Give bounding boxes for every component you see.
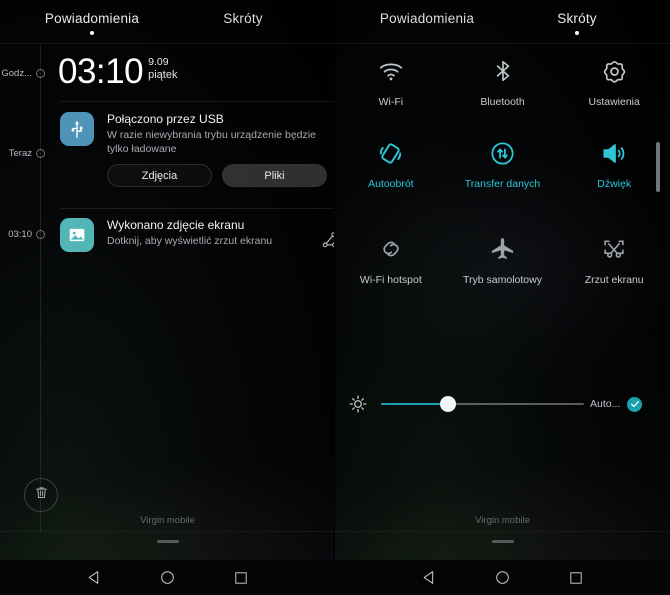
panel-bottom-divider xyxy=(0,531,335,532)
quick-settings-row: Autoobrót Transfer danych Dźwięk xyxy=(335,134,670,230)
notification-item-usb[interactable]: Połączono przez USB W razie niewybrania … xyxy=(60,112,335,187)
trash-icon xyxy=(34,485,49,505)
share-icon[interactable] xyxy=(320,230,335,250)
recents-icon[interactable] xyxy=(561,563,591,593)
tabs-divider xyxy=(0,43,335,44)
tab-shortcuts[interactable]: Skróty xyxy=(223,11,262,26)
carrier-label: Virgin mobile xyxy=(140,515,195,526)
navigation-bar-left xyxy=(0,560,335,595)
tile-label: Ustawienia xyxy=(588,96,640,108)
notification-body: W razie niewybrania trybu urządzenie będ… xyxy=(107,129,316,155)
timeline-rail xyxy=(40,44,41,532)
timeline-marker xyxy=(36,149,45,158)
tabs-divider xyxy=(335,43,670,44)
tile-label: Dźwięk xyxy=(597,178,632,190)
sound-icon xyxy=(600,134,629,172)
tile-bluetooth[interactable]: Bluetooth xyxy=(447,52,559,134)
clock-weekday: piątek xyxy=(148,69,178,81)
slider-fill xyxy=(381,403,448,405)
check-icon xyxy=(627,396,643,412)
gear-icon xyxy=(601,52,628,90)
clock-date-group: 9.09 piątek xyxy=(148,56,177,82)
active-tab-indicator xyxy=(90,31,94,35)
airplane-icon xyxy=(488,230,517,268)
drag-handle[interactable] xyxy=(156,540,179,543)
recents-icon[interactable] xyxy=(226,563,256,593)
brightness-control: Auto... xyxy=(335,388,670,420)
hotspot-icon xyxy=(377,230,405,268)
bluetooth-icon xyxy=(490,52,516,90)
drag-handle[interactable] xyxy=(491,540,514,543)
shortcuts-panel: Powiadomienia Skróty Wi-Fi Bluetooth Ust… xyxy=(335,0,670,560)
tile-hotspot[interactable]: Wi-Fi hotspot xyxy=(335,230,447,326)
auto-brightness-toggle[interactable]: Auto... xyxy=(584,396,670,412)
usb-icon xyxy=(60,112,94,146)
tile-label: Autoobrót xyxy=(368,178,414,190)
tile-data-transfer[interactable]: Transfer danych xyxy=(447,134,559,230)
autorotate-icon xyxy=(376,134,405,172)
timeline-label: Teraz xyxy=(8,148,32,159)
timeline-label: Godz... xyxy=(1,68,32,79)
screenshot-icon xyxy=(600,230,628,268)
tile-sound[interactable]: Dźwięk xyxy=(558,134,670,230)
tile-wifi[interactable]: Wi-Fi xyxy=(335,52,447,134)
tile-label: Bluetooth xyxy=(480,96,525,108)
clock-date: 9.09 xyxy=(148,56,169,68)
timeline-marker xyxy=(36,230,45,239)
navigation-bar xyxy=(0,560,670,595)
tile-autorotate[interactable]: Autoobrót xyxy=(335,134,447,230)
carrier-label: Virgin mobile xyxy=(475,515,530,526)
navigation-bar-right xyxy=(335,560,670,595)
lockscreen-clock: 03:10 9.09 piątek xyxy=(58,54,177,90)
tile-label: Tryb samolotowy xyxy=(463,274,542,286)
panel-tabs-left: Powiadomienia Skróty xyxy=(0,0,335,44)
files-action-button[interactable]: Pliki xyxy=(222,164,327,187)
tile-label: Wi-Fi hotspot xyxy=(359,274,422,286)
data-transfer-icon xyxy=(488,134,517,172)
home-icon[interactable] xyxy=(153,563,183,593)
notification-body: Dotknij, aby wyświetlić zrzut ekranu xyxy=(107,235,273,247)
quick-settings-row: Wi-Fi hotspot Tryb samolotowy Zrzut ekra… xyxy=(335,230,670,326)
notification-divider xyxy=(60,208,335,209)
clear-all-button[interactable] xyxy=(24,478,58,512)
image-icon xyxy=(60,218,94,252)
slider-handle[interactable] xyxy=(439,396,456,412)
tile-airplane-mode[interactable]: Tryb samolotowy xyxy=(447,230,559,326)
brightness-slider[interactable] xyxy=(381,396,584,412)
quick-settings-row: Wi-Fi Bluetooth Ustawienia xyxy=(335,52,670,134)
notification-title: Połączono przez USB xyxy=(107,112,224,126)
clock-time: 03:10 xyxy=(58,52,144,91)
quick-settings-grid: Wi-Fi Bluetooth Ustawienia Autoobrót Tra… xyxy=(335,52,670,326)
panel-bottom-divider xyxy=(335,531,670,532)
timeline-label: 03:10 xyxy=(8,229,32,240)
notification-divider xyxy=(60,101,335,102)
tab-shortcuts[interactable]: Skróty xyxy=(557,11,596,26)
timeline-marker xyxy=(36,69,45,78)
notification-item-screenshot[interactable]: Wykonano zdjęcie ekranu Dotknij, aby wyś… xyxy=(60,218,335,252)
auto-brightness-label: Auto... xyxy=(590,398,621,410)
notification-text-block: Wykonano zdjęcie ekranu Dotknij, aby wyś… xyxy=(107,218,335,249)
screenshot-root: Powiadomienia Skróty Godz... Teraz 03:10… xyxy=(0,0,670,595)
back-icon[interactable] xyxy=(80,563,110,593)
active-tab-indicator xyxy=(575,31,579,35)
tile-label: Zrzut ekranu xyxy=(584,274,644,286)
notification-actions: Zdjęcia Pliki xyxy=(107,164,335,187)
notification-text-block: Połączono przez USB W razie niewybrania … xyxy=(107,112,335,156)
panel-separator xyxy=(334,0,335,560)
tab-notifications[interactable]: Powiadomienia xyxy=(380,11,474,26)
wifi-icon xyxy=(377,52,405,90)
photos-action-button[interactable]: Zdjęcia xyxy=(107,164,212,187)
notifications-panel: Powiadomienia Skróty Godz... Teraz 03:10… xyxy=(0,0,335,560)
home-icon[interactable] xyxy=(488,563,518,593)
notification-title: Wykonano zdjęcie ekranu xyxy=(107,218,245,232)
tile-label: Transfer danych xyxy=(464,178,541,190)
tile-settings[interactable]: Ustawienia xyxy=(558,52,670,134)
tab-notifications[interactable]: Powiadomienia xyxy=(45,11,139,26)
tile-screenshot[interactable]: Zrzut ekranu xyxy=(558,230,670,326)
panel-tabs-right: Powiadomienia Skróty xyxy=(335,0,670,44)
back-icon[interactable] xyxy=(415,563,445,593)
tile-label: Wi-Fi xyxy=(378,96,404,108)
brightness-icon xyxy=(335,394,381,414)
